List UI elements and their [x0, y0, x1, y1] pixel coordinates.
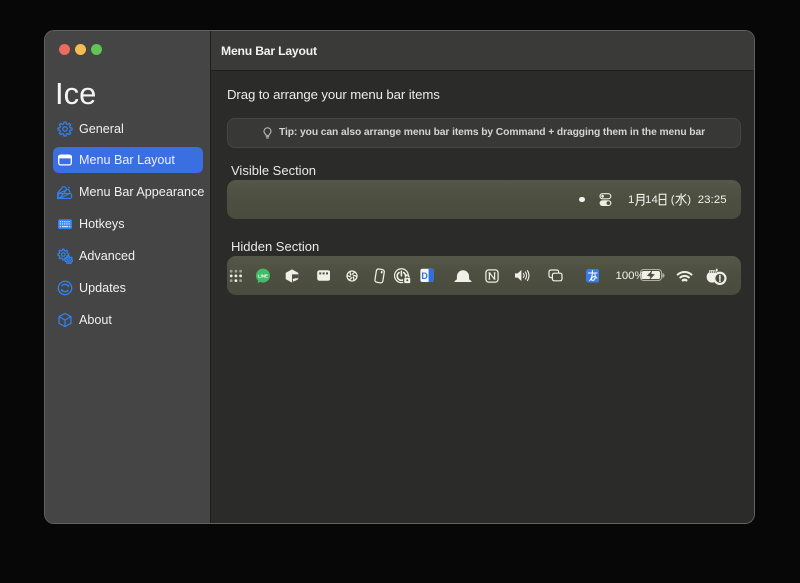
svg-text:D: D: [421, 271, 428, 281]
svg-text:LINE: LINE: [258, 273, 268, 278]
